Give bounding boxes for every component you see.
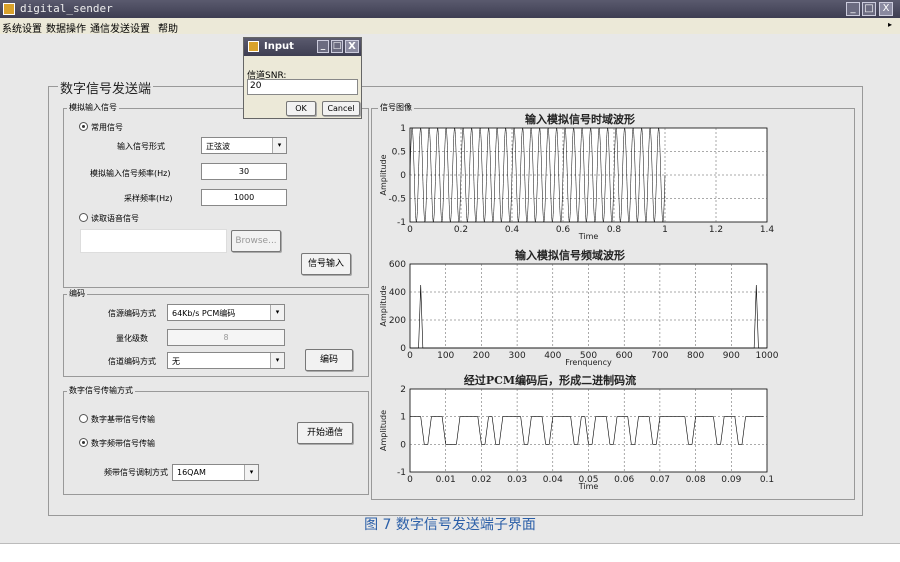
menu-help[interactable]: 帮助 (158, 20, 178, 35)
encoding-group-label: 编码 (67, 288, 87, 299)
dialog-ok-button[interactable]: OK (286, 101, 316, 116)
radio-bandpass-label: 数字频带信号传输 (91, 439, 155, 448)
signal-form-select[interactable]: 正弦波 ▾ (201, 137, 287, 154)
signal-form-label: 输入信号形式 (117, 142, 165, 151)
menu-system-settings[interactable]: 系统设置 (2, 20, 42, 35)
chevron-down-icon: ▾ (270, 305, 284, 320)
radio-baseband[interactable] (79, 414, 88, 423)
radio-bandpass[interactable] (79, 438, 88, 447)
snr-input-dialog: Input _ □ X 信道SNR: 20 OK Cancel (243, 37, 362, 119)
dialog-close-button[interactable]: X (345, 40, 359, 53)
quant-level-label: 量化级数 (116, 334, 148, 343)
minimize-button[interactable]: _ (846, 2, 860, 16)
file-path-input[interactable] (80, 229, 227, 253)
chevron-down-icon: ▾ (270, 353, 284, 368)
close-button[interactable]: X (879, 2, 893, 16)
modulation-value: 16QAM (177, 468, 206, 477)
analog-group-label: 模拟输入信号 (67, 102, 119, 113)
menu-data-ops[interactable]: 数据操作 (46, 20, 86, 35)
start-comm-button[interactable]: 开始通信 (297, 422, 353, 444)
dialog-title-bar: Input _ □ X (244, 38, 361, 56)
dialog-cancel-button[interactable]: Cancel (322, 101, 360, 116)
channel-coding-select[interactable]: 无 ▾ (167, 352, 285, 369)
channel-coding-value: 无 (172, 357, 180, 366)
source-coding-value: 64Kb/s PCM编码 (172, 309, 236, 318)
radio-voice-label: 读取语音信号 (91, 214, 139, 223)
panel-title: 数字信号发送端 (58, 78, 154, 97)
title-bar: digital_sender _ □ X (0, 0, 900, 18)
channel-coding-label: 信道编码方式 (108, 357, 156, 366)
signal-form-value: 正弦波 (206, 142, 230, 151)
browse-button[interactable]: Browse... (231, 230, 281, 252)
modulation-select[interactable]: 16QAM ▾ (172, 464, 259, 481)
chevron-down-icon: ▾ (244, 465, 258, 480)
dialog-minimize-button[interactable]: _ (317, 40, 329, 53)
radio-baseband-label: 数字基带信号传输 (91, 415, 155, 424)
radio-voice-signal[interactable] (79, 213, 88, 222)
transmission-group-label: 数字信号传输方式 (67, 385, 135, 396)
dialog-maximize-button[interactable]: □ (331, 40, 343, 53)
menu-overflow-icon[interactable]: ▸ (888, 20, 892, 29)
encode-button[interactable]: 编码 (305, 349, 353, 371)
sample-rate-input[interactable]: 1000 (201, 189, 287, 206)
dialog-title: Input (264, 41, 294, 52)
signal-input-button[interactable]: 信号输入 (301, 253, 351, 275)
modulation-label: 频带信号调制方式 (104, 468, 168, 477)
menu-comm-settings[interactable]: 通信发送设置 (90, 20, 150, 35)
maximize-button[interactable]: □ (862, 2, 876, 16)
freq-label: 模拟输入信号频率(Hz) (90, 169, 171, 178)
quant-level-input[interactable]: 8 (167, 329, 285, 346)
figure-caption: 图 7 数字信号发送端子界面 (364, 517, 536, 533)
signal-plot-group (371, 108, 855, 500)
menu-bar: 系统设置 数据操作 通信发送设置 帮助 ▸ (0, 18, 900, 35)
chevron-down-icon: ▾ (272, 138, 286, 153)
window-title: digital_sender (20, 2, 113, 15)
dialog-app-icon (248, 41, 259, 52)
source-coding-select[interactable]: 64Kb/s PCM编码 ▾ (167, 304, 285, 321)
radio-common-signal[interactable] (79, 122, 88, 131)
app-icon (3, 3, 15, 15)
radio-common-label: 常用信号 (91, 123, 123, 132)
snr-input[interactable]: 20 (247, 79, 358, 95)
signal-plot-group-label: 信号图像 (378, 102, 414, 113)
freq-input[interactable]: 30 (201, 163, 287, 180)
source-coding-label: 信源编码方式 (108, 309, 156, 318)
sample-rate-label: 采样频率(Hz) (124, 194, 173, 203)
